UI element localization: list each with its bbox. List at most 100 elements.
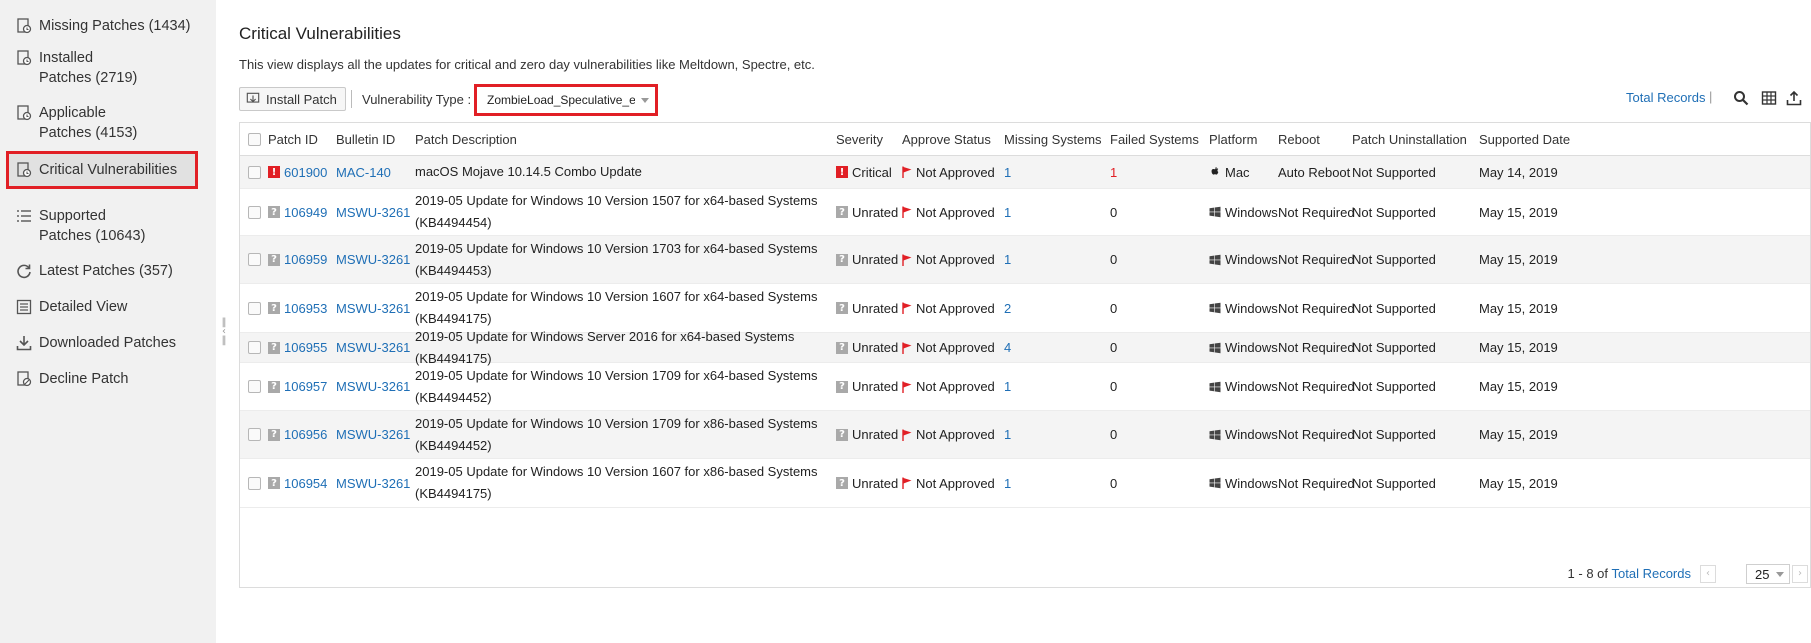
- table-row[interactable]: ? 106959 MSWU-3261 2019-05 Update for Windo…: [240, 236, 1810, 284]
- select-all-checkbox[interactable]: [248, 133, 261, 146]
- chevron-down-icon: [1776, 572, 1784, 577]
- sidebar-item-supported-patches[interactable]: Supported Patches (10643): [6, 200, 198, 252]
- patch-id-link[interactable]: 106956: [284, 427, 327, 442]
- select-all-checkbox-cell[interactable]: [248, 123, 261, 156]
- header-severity[interactable]: Severity: [836, 123, 883, 156]
- missing-systems-link-cell: 1: [1004, 363, 1011, 410]
- row-checkbox[interactable]: [248, 341, 261, 354]
- approve-status-cell: Not Approved: [902, 236, 995, 283]
- sidebar-item-latest-patches[interactable]: Latest Patches (357): [6, 255, 198, 287]
- sidebar-item-applicable-patches[interactable]: Applicable Patches (4153): [6, 97, 198, 149]
- header-patch-description[interactable]: Patch Description: [415, 123, 517, 156]
- prev-page-button[interactable]: ‹: [1700, 565, 1716, 583]
- total-records-link[interactable]: Total Records: [1626, 90, 1705, 105]
- header-approve-status[interactable]: Approve Status: [902, 123, 991, 156]
- install-patch-button[interactable]: Install Patch: [239, 87, 346, 111]
- sidebar-item-decline-patch[interactable]: Decline Patch: [6, 363, 198, 395]
- bulletin-id-link[interactable]: MSWU-3261: [336, 379, 410, 394]
- row-checkbox[interactable]: [248, 428, 261, 441]
- bulletin-id-link[interactable]: MSWU-3261: [336, 205, 410, 220]
- row-checkbox-cell[interactable]: [248, 189, 261, 235]
- missing-systems-link[interactable]: 2: [1004, 301, 1011, 316]
- sidebar-item-installed-patches[interactable]: Installed Patches (2719): [6, 42, 198, 94]
- patch-id-link[interactable]: 106957: [284, 379, 327, 394]
- missing-systems-link[interactable]: 1: [1004, 205, 1011, 220]
- header-platform[interactable]: Platform: [1209, 123, 1257, 156]
- row-checkbox[interactable]: [248, 253, 261, 266]
- missing-systems-link[interactable]: 1: [1004, 379, 1011, 394]
- supported-date: May 15, 2019: [1479, 475, 1558, 491]
- header-patch-uninstallation[interactable]: Patch Uninstallation: [1352, 123, 1467, 156]
- missing-systems-link[interactable]: 1: [1004, 165, 1011, 180]
- table-row[interactable]: ? 106957 MSWU-3261 2019-05 Update for Windo…: [240, 363, 1810, 411]
- header-missing-systems[interactable]: Missing Systems: [1004, 123, 1102, 156]
- platform-cell: Windows: [1209, 236, 1278, 283]
- header-failed-systems[interactable]: Failed Systems: [1110, 123, 1199, 156]
- row-checkbox-cell[interactable]: [248, 363, 261, 410]
- missing-systems-link-cell: 1: [1004, 236, 1011, 283]
- patch-id-link[interactable]: 601900: [284, 165, 327, 180]
- row-checkbox-cell[interactable]: [248, 156, 261, 188]
- table-row[interactable]: ? 106954 MSWU-3261 2019-05 Update for Windo…: [240, 459, 1810, 508]
- row-checkbox[interactable]: [248, 165, 261, 179]
- row-checkbox-cell[interactable]: [248, 284, 261, 332]
- unrated-severity-icon: ?: [836, 428, 848, 441]
- column-chooser-icon[interactable]: [1761, 90, 1777, 106]
- row-checkbox[interactable]: [248, 205, 261, 219]
- approve-status: Not Approved: [916, 340, 995, 355]
- sidebar-item-detailed-view[interactable]: Detailed View: [6, 291, 198, 323]
- export-icon[interactable]: [1786, 90, 1802, 106]
- failed-systems: 0: [1110, 340, 1118, 355]
- patch-id-link[interactable]: 106959: [284, 252, 327, 267]
- bulletin-id-link[interactable]: MSWU-3261: [336, 301, 410, 316]
- patch-description: 2019-05 Update for Windows 10 Version 17…: [415, 367, 818, 405]
- header-reboot[interactable]: Reboot: [1278, 123, 1320, 156]
- header-bulletin-id[interactable]: Bulletin ID: [336, 123, 395, 156]
- sidebar-item-downloaded-patches[interactable]: Downloaded Patches: [6, 327, 198, 359]
- patch-id-link[interactable]: 106949: [284, 205, 327, 220]
- next-page-button[interactable]: ›: [1792, 565, 1808, 583]
- bulletin-id-link[interactable]: MAC-140: [336, 165, 391, 180]
- missing-systems-link[interactable]: 4: [1004, 340, 1011, 355]
- row-checkbox-cell[interactable]: [248, 236, 261, 283]
- header-patch-id[interactable]: Patch ID: [268, 123, 318, 156]
- critical-severity-icon: !: [836, 166, 848, 178]
- row-checkbox-cell[interactable]: [248, 459, 261, 507]
- patch-description-cell: 2019-05 Update for Windows 10 Version 16…: [415, 459, 825, 507]
- sidebar-item-missing-patches[interactable]: Missing Patches (1434): [6, 10, 198, 42]
- row-checkbox[interactable]: [248, 301, 261, 315]
- row-checkbox-cell[interactable]: [248, 411, 261, 458]
- bulletin-id-link[interactable]: MSWU-3261: [336, 340, 410, 355]
- row-checkbox-cell[interactable]: [248, 333, 261, 362]
- row-checkbox[interactable]: [248, 476, 261, 490]
- missing-systems-link[interactable]: 1: [1004, 252, 1011, 267]
- patch-id-link-cell: ? 106957: [268, 363, 327, 410]
- patch-id-link[interactable]: 106953: [284, 301, 327, 316]
- bulletin-id-link[interactable]: MSWU-3261: [336, 476, 410, 491]
- page-size-select[interactable]: 25: [1746, 564, 1790, 584]
- sidebar-collapse-handle[interactable]: ‖ ‹ ‖: [221, 318, 227, 346]
- reboot-cell: Auto Reboot: [1278, 156, 1350, 188]
- missing-systems-link[interactable]: 1: [1004, 476, 1011, 491]
- unrated-severity-icon: ?: [836, 302, 848, 314]
- sidebar-item-critical-vulnerabilities[interactable]: Critical Vulnerabilities: [6, 151, 198, 189]
- red-flag-icon: [902, 342, 912, 354]
- row-checkbox[interactable]: [248, 380, 261, 393]
- table-row[interactable]: ? 106955 MSWU-3261 2019-05 Update for Windo…: [240, 329, 1810, 366]
- search-icon[interactable]: [1733, 90, 1749, 106]
- patch-id-link[interactable]: 106955: [284, 340, 327, 355]
- missing-systems-link[interactable]: 1: [1004, 427, 1011, 442]
- patch-id-link[interactable]: 106954: [284, 476, 327, 491]
- table-row[interactable]: ? 106949 MSWU-3261 2019-05 Update for Windo…: [240, 189, 1810, 236]
- list-icon: [17, 210, 31, 222]
- table-row[interactable]: ? 106956 MSWU-3261 2019-05 Update for Windo…: [240, 411, 1810, 459]
- table-row[interactable]: ! 601900 MAC-140 macOS Mojave 10.14.5 Combo…: [240, 156, 1810, 189]
- vulnerability-type-select[interactable]: ZombieLoad_Speculative_e: [474, 84, 658, 116]
- reboot: Not Required: [1278, 340, 1355, 355]
- red-flag-icon: [902, 254, 912, 266]
- platform-cell: Windows: [1209, 284, 1278, 332]
- bulletin-id-link[interactable]: MSWU-3261: [336, 252, 410, 267]
- header-supported-date[interactable]: Supported Date: [1479, 123, 1570, 156]
- footer-total-records-link[interactable]: Total Records: [1612, 566, 1691, 581]
- bulletin-id-link[interactable]: MSWU-3261: [336, 427, 410, 442]
